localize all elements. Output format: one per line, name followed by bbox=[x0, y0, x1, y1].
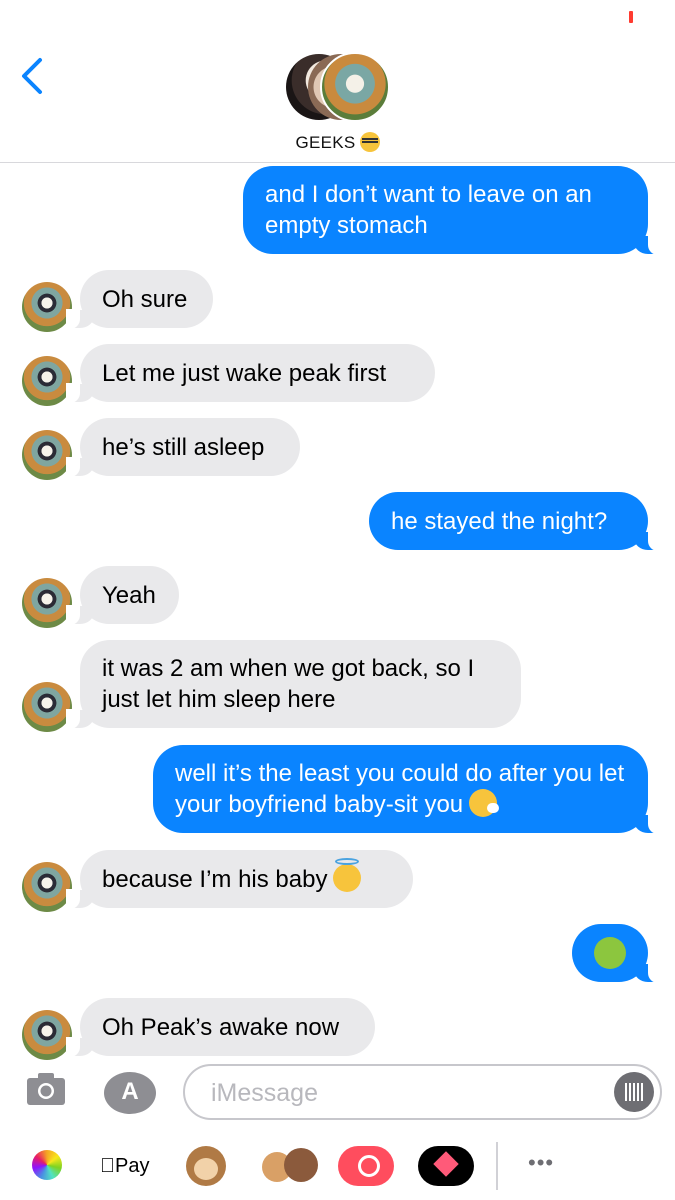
imessage-input-container bbox=[183, 1064, 662, 1120]
received-message-bubble[interactable]: Let me just wake peak first bbox=[66, 344, 435, 403]
app-store-icon[interactable] bbox=[104, 1072, 156, 1114]
memoji-stickers-icon[interactable] bbox=[262, 1146, 318, 1186]
message-text: Yeah bbox=[102, 581, 156, 609]
audio-message-icon[interactable] bbox=[614, 1072, 654, 1112]
message-text: he’s still asleep bbox=[102, 433, 265, 461]
image-search-app-icon[interactable] bbox=[338, 1146, 394, 1186]
sent-message-bubble[interactable]: he stayed the night? bbox=[369, 492, 662, 551]
message-text: Oh Peak’s awake now bbox=[102, 1013, 340, 1041]
tray-divider bbox=[496, 1142, 498, 1190]
group-name[interactable]: GEEKS bbox=[0, 132, 675, 153]
sender-avatar[interactable] bbox=[22, 430, 72, 480]
app-drawer: Pay bbox=[0, 1134, 675, 1200]
photos-app-icon[interactable] bbox=[32, 1150, 62, 1180]
camera-icon[interactable] bbox=[26, 1072, 66, 1106]
message-text: Let me just wake peak first bbox=[102, 359, 387, 387]
group-avatar[interactable] bbox=[286, 52, 390, 122]
sender-avatar[interactable] bbox=[22, 682, 72, 732]
message-text: Oh sure bbox=[102, 285, 188, 313]
nauseated-face-emoji bbox=[594, 937, 626, 969]
received-message-bubble[interactable]: he’s still asleep bbox=[66, 418, 300, 477]
sent-message-bubble[interactable]: well it’s the least you could do after y… bbox=[153, 745, 662, 834]
message-text: well it’s the least you could do after y… bbox=[175, 760, 625, 818]
message-text: because I’m his baby bbox=[102, 857, 362, 895]
sent-message-bubble[interactable]: and I don’t want to leave on an empty st… bbox=[243, 166, 662, 255]
digital-touch-icon[interactable] bbox=[418, 1146, 474, 1186]
sender-avatar[interactable] bbox=[22, 356, 72, 406]
conversation-header: GEEKS bbox=[0, 36, 675, 163]
received-message-bubble[interactable]: because I’m his baby bbox=[66, 850, 413, 909]
message-composer bbox=[0, 1060, 675, 1126]
status-bar bbox=[0, 0, 675, 36]
sent-message-bubble[interactable] bbox=[572, 924, 662, 983]
animoji-monkey-icon[interactable] bbox=[186, 1146, 226, 1186]
received-message-bubble[interactable]: Oh sure bbox=[66, 270, 213, 329]
apple-pay-button[interactable]: Pay bbox=[100, 1146, 160, 1186]
more-apps-icon[interactable] bbox=[518, 1146, 574, 1186]
message-input[interactable] bbox=[209, 1074, 593, 1112]
group-name-label: GEEKS bbox=[295, 133, 356, 152]
smiling-face-with-halo-emoji bbox=[333, 857, 362, 892]
received-message-bubble[interactable]: Yeah bbox=[66, 566, 179, 625]
apple-pay-label: Pay bbox=[115, 1155, 150, 1177]
battery-icon bbox=[629, 11, 633, 23]
sender-avatar[interactable] bbox=[22, 1010, 72, 1060]
received-message-bubble[interactable]: Oh Peak’s awake now bbox=[66, 998, 375, 1057]
received-message-bubble[interactable]: it was 2 am when we got back, so I just … bbox=[66, 640, 521, 729]
message-text: he stayed the night? bbox=[391, 507, 608, 535]
sender-avatar[interactable] bbox=[22, 862, 72, 912]
message-text: it was 2 am when we got back, so I just … bbox=[102, 655, 475, 713]
sender-avatar[interactable] bbox=[22, 282, 72, 332]
nerd-face-emoji bbox=[359, 132, 380, 152]
sneezing-face-emoji bbox=[469, 789, 500, 817]
member-avatar bbox=[320, 52, 390, 122]
message-text: and I don’t want to leave on an empty st… bbox=[265, 181, 592, 239]
back-chevron-icon[interactable] bbox=[18, 56, 48, 96]
sender-avatar[interactable] bbox=[22, 578, 72, 628]
